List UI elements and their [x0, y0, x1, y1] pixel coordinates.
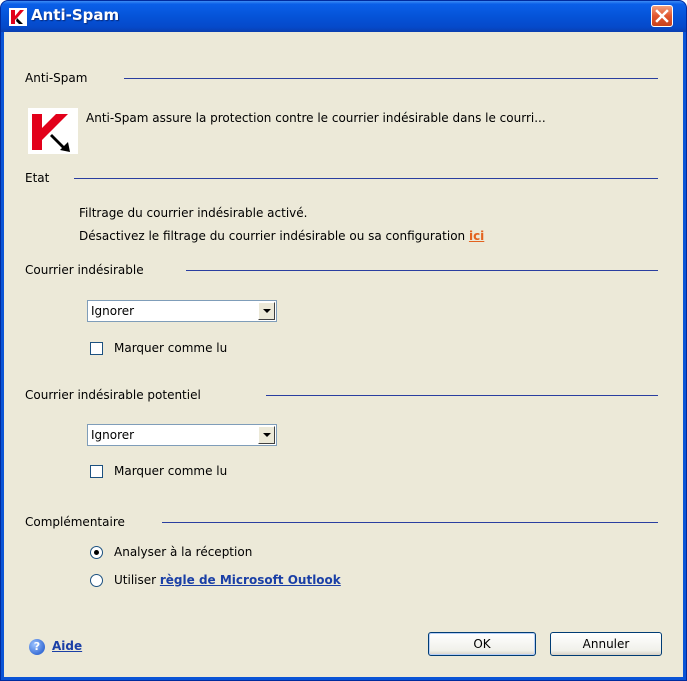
- section-label-extra: Complémentaire: [25, 515, 131, 529]
- section-label-antispam: Anti-Spam: [25, 71, 94, 85]
- chevron-down-icon[interactable]: [258, 302, 275, 320]
- section-label-potential: Courrier indésirable potentiel: [25, 388, 207, 402]
- spam-mark-read-label: Marquer comme lu: [114, 341, 228, 355]
- section-label-spam: Courrier indésirable: [25, 263, 150, 277]
- spam-action-dropdown[interactable]: Ignorer: [87, 300, 277, 322]
- outlook-rule-link[interactable]: règle de Microsoft Outlook: [160, 573, 341, 587]
- help-link[interactable]: Aide: [52, 639, 82, 653]
- potential-action-dropdown[interactable]: Ignorer: [87, 424, 277, 446]
- analyze-on-receive-label: Analyser à la réception: [114, 545, 253, 559]
- outlook-rule-radio[interactable]: [90, 574, 103, 587]
- separator-antispam: [124, 78, 658, 79]
- cancel-button[interactable]: Annuler: [550, 632, 662, 656]
- potential-action-value: Ignorer: [91, 428, 135, 442]
- outlook-rule-prefix: Utiliser: [114, 573, 160, 587]
- chevron-down-icon[interactable]: [258, 426, 275, 444]
- etat-config-sentence: Désactivez le filtrage du courrier indés…: [79, 229, 469, 243]
- kaspersky-logo-icon: [9, 8, 27, 26]
- anti-spam-window: Anti-Spam Anti-Spam Anti-Spam assure la …: [0, 0, 687, 681]
- ok-button[interactable]: OK: [428, 632, 536, 656]
- section-label-etat: Etat: [25, 171, 56, 185]
- kaspersky-k-logo-icon: [28, 108, 78, 154]
- antispam-description: Anti-Spam assure la protection contre le…: [86, 111, 546, 125]
- help-icon[interactable]: ?: [29, 639, 45, 655]
- outlook-rule-label: Utiliser règle de Microsoft Outlook: [114, 573, 341, 587]
- potential-mark-read-label: Marquer comme lu: [114, 464, 228, 478]
- dialog-client-area: Anti-Spam Anti-Spam assure la protection…: [4, 32, 683, 677]
- etat-status-text: Filtrage du courrier indésirable activé.: [79, 206, 308, 220]
- separator-potential: [266, 395, 658, 396]
- spam-action-value: Ignorer: [91, 304, 135, 318]
- separator-spam: [186, 270, 658, 271]
- separator-etat: [74, 178, 658, 179]
- window-title: Anti-Spam: [31, 6, 120, 24]
- etat-config-text: Désactivez le filtrage du courrier indés…: [79, 229, 484, 243]
- title-bar[interactable]: Anti-Spam: [1, 1, 686, 32]
- close-icon: [655, 9, 669, 23]
- close-button[interactable]: [651, 5, 673, 27]
- config-link[interactable]: ici: [469, 229, 484, 243]
- separator-extra: [162, 522, 658, 523]
- potential-mark-read-checkbox[interactable]: [90, 465, 103, 478]
- spam-mark-read-checkbox[interactable]: [90, 342, 103, 355]
- analyze-on-receive-radio[interactable]: [90, 546, 103, 559]
